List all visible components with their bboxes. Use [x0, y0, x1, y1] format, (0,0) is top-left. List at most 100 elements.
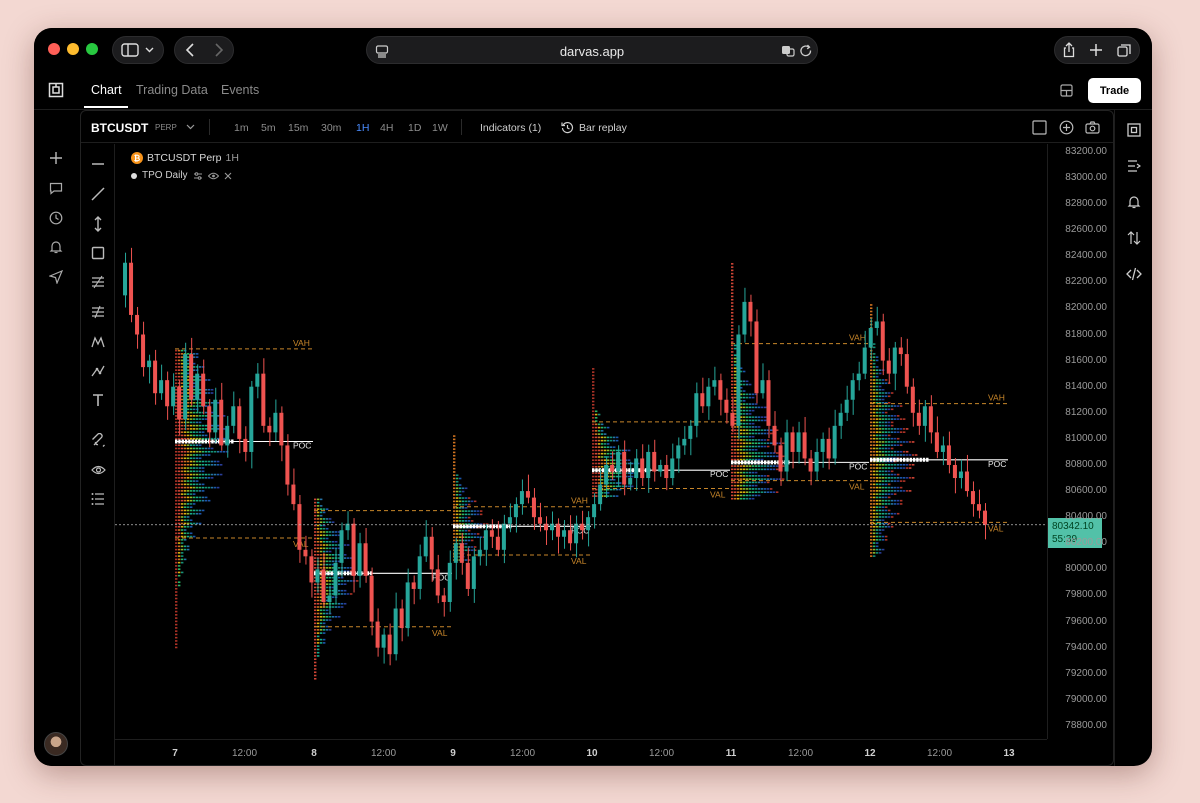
magnet-icon[interactable]: [88, 430, 108, 450]
candle-body: [820, 438, 825, 452]
tpo-block: [326, 593, 329, 595]
tab-events[interactable]: Events: [221, 83, 259, 97]
eye-icon[interactable]: [88, 460, 108, 480]
zoom-window-button[interactable]: [86, 43, 98, 55]
candle-body: [483, 530, 488, 550]
eye-icon[interactable]: [207, 172, 219, 180]
camera-icon[interactable]: [1085, 120, 1100, 135]
tpo-block: [731, 364, 734, 366]
reload-icon[interactable]: [799, 44, 813, 58]
clock-icon[interactable]: [46, 208, 66, 228]
path-tool-icon[interactable]: [88, 361, 108, 381]
tpo-block: [891, 473, 894, 476]
forward-icon[interactable]: [215, 43, 224, 57]
tpo-block: [178, 574, 181, 577]
text-tool-icon[interactable]: [88, 390, 108, 410]
tab-trading-data[interactable]: Trading Data: [136, 83, 208, 97]
tab-chart[interactable]: Chart: [91, 83, 122, 97]
tpo-block: [187, 431, 190, 433]
tpo-block: [740, 491, 743, 493]
tpo-block: [879, 398, 882, 401]
new-tab-icon[interactable]: [1089, 43, 1103, 57]
layout-icon[interactable]: [1060, 84, 1073, 97]
symbol-name[interactable]: BTCUSDT: [91, 121, 148, 135]
tpo-block: [897, 499, 900, 502]
tpo-block: [731, 321, 734, 324]
translate-icon[interactable]: [781, 44, 795, 58]
toolbar-divider: [209, 119, 210, 135]
price-axis[interactable]: 80342.10 55:39 83200.00 83000.00 82800.00 8…: [1047, 144, 1113, 739]
tpo-block: [190, 486, 193, 489]
tpo-block: [885, 424, 888, 427]
timeframe-1d[interactable]: 1D: [408, 122, 421, 134]
tpo-block: [731, 488, 734, 490]
tpo-block: [737, 488, 740, 490]
close-icon[interactable]: [224, 172, 232, 180]
trend-line-tool-icon[interactable]: [88, 184, 108, 204]
back-icon[interactable]: [185, 43, 194, 57]
chevron-down-icon[interactable]: [186, 124, 195, 130]
address-bar[interactable]: darvas.app: [366, 36, 818, 64]
send-icon[interactable]: [46, 267, 66, 287]
tpo-block: [876, 405, 879, 407]
tpo-block: [187, 411, 190, 414]
timeframe-1h[interactable]: 1H: [356, 122, 369, 134]
settings-icon[interactable]: [193, 171, 203, 181]
darvas-logo-icon[interactable]: [1124, 120, 1144, 140]
horizontal-line-tool-icon[interactable]: [88, 154, 108, 174]
add-compare-icon[interactable]: [1059, 120, 1074, 135]
timeframe-1m[interactable]: 1m: [234, 122, 249, 134]
tpo-block: [592, 459, 595, 462]
time-axis[interactable]: 7 12:00 8 12:00 9 12:00 10 12:00 11 12:00 12 12:00 1…: [115, 739, 1047, 765]
tpo-block: [731, 452, 734, 454]
minimize-window-button[interactable]: [67, 43, 79, 55]
darvas-logo-icon[interactable]: [48, 82, 64, 98]
tpo-block: [885, 496, 888, 499]
poc-block: [770, 460, 773, 465]
tpo-block: [737, 478, 740, 480]
trade-button[interactable]: Trade: [1088, 78, 1141, 103]
tpo-block: [181, 516, 184, 518]
tpo-block: [758, 465, 761, 467]
measure-tool-icon[interactable]: [88, 214, 108, 234]
share-icon[interactable]: [1062, 42, 1076, 58]
close-window-button[interactable]: [48, 43, 60, 55]
tab-overview-icon[interactable]: [1117, 43, 1132, 58]
sidebar-toggle-button[interactable]: [112, 36, 164, 64]
object-list-icon[interactable]: [88, 489, 108, 509]
channel-tool-icon[interactable]: [88, 272, 108, 292]
add-icon[interactable]: [46, 148, 66, 168]
tpo-block: [870, 307, 873, 310]
indicator-name[interactable]: TPO Daily: [142, 170, 188, 181]
timeframe-5m[interactable]: 5m: [261, 122, 276, 134]
bell-icon[interactable]: [46, 237, 66, 257]
timeframe-1w[interactable]: 1W: [432, 122, 448, 134]
tpo-block: [595, 426, 598, 429]
bell-icon[interactable]: [1124, 192, 1144, 212]
chat-icon[interactable]: [46, 178, 66, 198]
tpo-block: [468, 513, 471, 516]
tpo-block: [592, 495, 595, 497]
tpo-block: [773, 468, 776, 471]
poc-block: [188, 439, 191, 444]
code-icon[interactable]: [1124, 264, 1144, 284]
swap-icon[interactable]: [1124, 228, 1144, 248]
indicators-button[interactable]: Indicators (1): [480, 122, 541, 134]
order-panel-icon[interactable]: [1124, 156, 1144, 176]
pattern-tool-icon[interactable]: [88, 332, 108, 352]
fullscreen-icon[interactable]: [1032, 120, 1047, 135]
timeframe-15m[interactable]: 15m: [288, 122, 308, 134]
user-avatar[interactable]: [44, 732, 68, 756]
fib-tool-icon[interactable]: [88, 302, 108, 322]
timeframe-4h[interactable]: 4H: [380, 122, 393, 134]
timeframe-30m[interactable]: 30m: [321, 122, 341, 134]
tpo-block: [734, 497, 737, 500]
rectangle-tool-icon[interactable]: [88, 243, 108, 263]
replay-icon[interactable]: [561, 121, 574, 134]
tpo-block: [888, 480, 891, 482]
tpo-block: [743, 494, 746, 497]
bar-replay-button[interactable]: Bar replay: [579, 122, 627, 134]
tpo-block: [181, 388, 184, 391]
chart-plot-area[interactable]: VAHPOCVALPOCVALVAHPOCVALPOCVALVAHPOCVALV…: [115, 144, 1047, 739]
tpo-block: [731, 298, 734, 301]
